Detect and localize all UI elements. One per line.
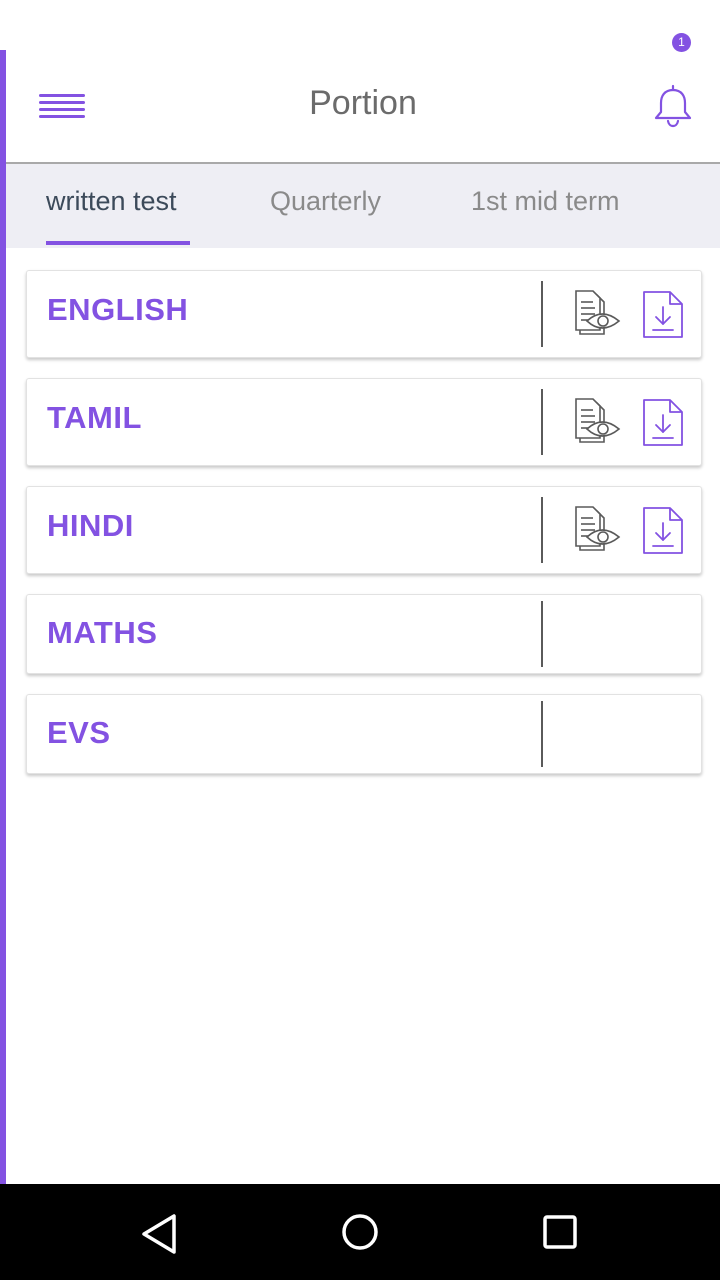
back-triangle-icon[interactable] (138, 1212, 182, 1261)
document-view-icon[interactable] (573, 290, 621, 345)
notification-badge: 1 (672, 33, 691, 52)
app-bar: Portion (6, 50, 720, 164)
subject-name: ENGLISH (47, 292, 189, 327)
system-navigation-bar (0, 1184, 720, 1280)
card-divider (541, 497, 543, 563)
subject-name: MATHS (47, 615, 158, 650)
file-download-icon[interactable] (641, 398, 685, 453)
file-download-icon[interactable] (641, 506, 685, 561)
subject-card-hindi[interactable]: HINDI (26, 486, 702, 574)
tab-written-test[interactable]: written test (46, 186, 177, 217)
recents-square-icon[interactable] (541, 1213, 579, 1256)
document-view-icon[interactable] (573, 506, 621, 561)
bell-icon[interactable] (650, 82, 696, 128)
page-title: Portion (309, 84, 417, 122)
card-divider (541, 701, 543, 767)
subject-card-maths[interactable]: MATHS (26, 594, 702, 674)
subject-name: EVS (47, 715, 111, 750)
tab-bar: written test Quarterly 1st mid term (6, 164, 720, 248)
tab-quarterly[interactable]: Quarterly (270, 186, 381, 217)
subject-name: HINDI (47, 508, 134, 543)
card-divider (541, 281, 543, 347)
card-divider (541, 601, 543, 667)
home-circle-icon[interactable] (339, 1211, 381, 1258)
card-divider (541, 389, 543, 455)
subject-card-evs[interactable]: EVS (26, 694, 702, 774)
status-bar (0, 0, 720, 50)
active-tab-indicator (46, 241, 190, 245)
subject-card-english[interactable]: ENGLISH (26, 270, 702, 358)
tab-1st-mid-term[interactable]: 1st mid term (471, 186, 620, 217)
file-download-icon[interactable] (641, 290, 685, 345)
subject-name: TAMIL (47, 400, 142, 435)
subject-card-tamil[interactable]: TAMIL (26, 378, 702, 466)
document-view-icon[interactable] (573, 398, 621, 453)
